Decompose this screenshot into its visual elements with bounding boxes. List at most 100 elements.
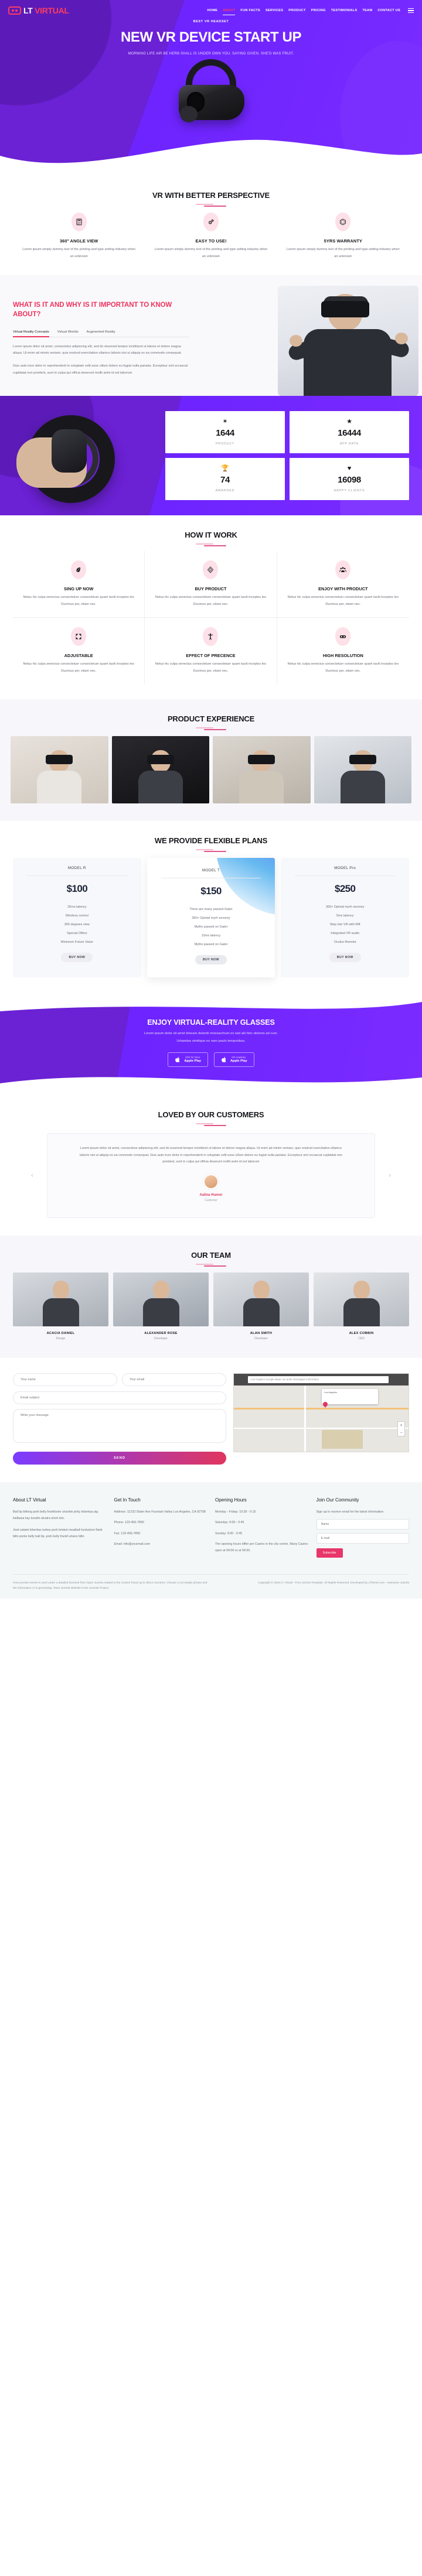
features-title: VR WITH BETTER PERSPECTIVE: [152, 191, 270, 200]
newsletter-email-input[interactable]: [316, 1533, 409, 1544]
map-info-card[interactable]: Los Angeles: [322, 1388, 378, 1404]
testimonial-prev-arrow[interactable]: ‹: [31, 1172, 33, 1179]
feature-title: 360° ANGLE VIEW: [59, 238, 98, 244]
contact-email-input[interactable]: [122, 1373, 226, 1386]
footer-about-paragraph: Jowl salami leberkas turkey pork brisket…: [13, 1528, 103, 1539]
cta-line-2: Urbanitas similique ex nam paulo tempori…: [176, 1039, 246, 1044]
nav-item-testimonials[interactable]: TESTIMONIALS: [331, 8, 358, 13]
contact-map[interactable]: Los Angeles Google Maps con ande iniziav…: [233, 1373, 409, 1452]
pricing-title: WE PROVIDE FLEXIBLE PLANS: [154, 836, 268, 846]
cta-section: ENJOY VIRTUAL-REALITY GLASSES Lorem ipsu…: [0, 997, 422, 1094]
counter-value: 1644: [216, 428, 234, 439]
gears-icon: [203, 213, 219, 231]
about-title: WHAT IS IT AND WHY IS IT IMPORTANT TO KN…: [13, 302, 172, 318]
newsletter-subscribe-button[interactable]: Subscribe: [316, 1548, 343, 1558]
plan-feature: Myths passed on Gater: [194, 942, 228, 946]
team-member-role: Design: [56, 1336, 66, 1340]
product-photo[interactable]: [11, 736, 108, 804]
contact-send-button[interactable]: SEND: [13, 1451, 226, 1465]
team-member-role: Developer: [154, 1336, 168, 1340]
footer-hours-line: Saturday: 9:00 - 0:45: [215, 1521, 244, 1525]
nav-item-home[interactable]: HOME: [207, 8, 217, 13]
nav-item-pricing[interactable]: PRICING: [311, 8, 326, 13]
team-member-name: ALEXANDER ROSE: [144, 1331, 178, 1335]
vr-glasses-icon: [335, 627, 351, 646]
hamburger-menu-icon[interactable]: [408, 8, 414, 13]
map-zoom-out-button[interactable]: −: [398, 1429, 404, 1437]
cta-wave-bottom: [0, 1077, 422, 1094]
plan-feature: 15ms latency: [201, 933, 221, 938]
site-footer: About LT Virtual Ball tip biltong pork b…: [0, 1482, 422, 1599]
testimonial-author-name: Aalina Humor: [199, 1193, 223, 1197]
feature-text: Lorem ipsum simply dummy text of the pri…: [286, 248, 400, 258]
buy-now-button[interactable]: BUY NOW: [61, 953, 93, 963]
plan-price: $100: [66, 883, 88, 895]
team-member-name: ALAN SMITH: [250, 1331, 273, 1335]
how-it-work-card: ADJUSTABLE Netus hic culpa senectus cons…: [13, 618, 145, 685]
contact-name-input[interactable]: [13, 1373, 117, 1386]
counter-value: 74: [220, 475, 230, 485]
counter-label: AWARDED: [215, 489, 235, 493]
footer-column-newsletter: Join Our Community Sign up to receive em…: [316, 1497, 409, 1559]
footer-hours-line: Sunday: 9:00 - 0:45: [215, 1531, 243, 1535]
map-search-input[interactable]: Los Angeles Google Maps con ande iniziav…: [248, 1376, 389, 1383]
product-experience-title: PRODUCT EXPERIENCE: [167, 714, 255, 724]
features-section: VR WITH BETTER PERSPECTIVE 360° ANGLE VI…: [0, 176, 422, 275]
nav-item-about[interactable]: ABOUT: [223, 8, 236, 15]
hero-section: LT VIRTUAL HOME ABOUT FUN FACTS SERVICES…: [0, 0, 422, 176]
map-zoom-in-button[interactable]: +: [398, 1422, 404, 1429]
footer-bottom-bar: Free joomla! events is used under a deta…: [13, 1573, 409, 1599]
product-photo[interactable]: [314, 736, 411, 804]
team-member-card: ALEXANDER ROSE Developer: [113, 1272, 209, 1340]
tab-virtual-reality-concepts[interactable]: Virtual Reality Concepts: [13, 330, 49, 337]
nav-item-contact-us[interactable]: CONTACT US: [377, 8, 400, 13]
testimonial-next-arrow[interactable]: ›: [389, 1172, 391, 1179]
sdk-for-devs-button[interactable]: SDK for Devs Apple Play: [168, 1052, 208, 1068]
vr-academy-button[interactable]: VR Academy Apple Play: [214, 1052, 254, 1068]
how-it-work-card-title: SING UP NOW: [63, 586, 94, 592]
nav-item-product[interactable]: PRODUCT: [288, 8, 305, 13]
contact-message-textarea[interactable]: [13, 1408, 226, 1443]
footer-column-contact: Get In Touch Address: 11233 Slater Ave F…: [114, 1497, 207, 1559]
nav-item-team[interactable]: TEAM: [362, 8, 372, 13]
plan-feature: 360 degrees view: [64, 922, 90, 926]
star-icon: ★: [346, 418, 352, 426]
hero-tagline: BEST VR HEADSET: [193, 20, 229, 23]
plan-feature: Integrated VR audio: [331, 931, 360, 935]
top-navigation-bar: LT VIRTUAL HOME ABOUT FUN FACTS SERVICES…: [0, 0, 422, 15]
how-it-work-card-title: ADJUSTABLE: [64, 653, 93, 659]
newsletter-name-input[interactable]: [316, 1519, 409, 1530]
plan-feature-list: 20ms latency Wireless control 360 degree…: [19, 902, 135, 946]
tab-augmented-reality[interactable]: Augmented Reality: [87, 330, 115, 337]
footer-column-about: About LT Virtual Ball tip biltong pork b…: [13, 1497, 106, 1559]
team-member-photo: [13, 1272, 108, 1326]
counter-card-awarded: 🏆 74 AWARDED: [165, 458, 285, 501]
testimonial-card: ‹ › Lorem ipsum dolor sit amet, consecte…: [31, 1133, 391, 1218]
tab-virtual-worlds[interactable]: Virtual Worlds: [57, 330, 79, 337]
plan-feature: Oculus Remote: [333, 940, 356, 944]
fun-facts-section: ✶ 1644 PRODUCT ★ 16444 APP RATE 🏆 74 AWA…: [0, 396, 422, 516]
team-member-photo: [113, 1272, 209, 1326]
how-it-work-card-text: Netus hic culpa senectus consectetuer co…: [23, 596, 134, 606]
buy-now-button[interactable]: BUY NOW: [195, 955, 227, 965]
buy-now-button[interactable]: BUY NOW: [329, 953, 361, 963]
nav-item-fun-facts[interactable]: FUN FACTS: [240, 8, 260, 13]
heart-icon: ♥: [347, 465, 352, 473]
product-photo[interactable]: [213, 736, 311, 804]
plan-feature: 5ms latency: [336, 914, 354, 918]
how-it-work-card: SING UP NOW Netus hic culpa senectus con…: [13, 551, 145, 618]
map-zoom-controls[interactable]: + −: [397, 1421, 405, 1436]
people-icon: [335, 560, 351, 580]
counter-card-app-rate: ★ 16444 APP RATE: [290, 411, 409, 454]
site-logo[interactable]: LT VIRTUAL: [8, 6, 69, 15]
product-photo[interactable]: [111, 736, 209, 804]
plan-feature: Step into VR with Rift: [329, 922, 360, 926]
counter-card-happy-clients: ♥ 16098 HAPPY CLIENTS: [290, 458, 409, 501]
testimonial-author-role: Customer: [205, 1198, 217, 1202]
contact-subject-input[interactable]: [13, 1391, 226, 1404]
how-it-work-section: HOW IT WORK SING UP NOW Netus hic culpa …: [0, 515, 422, 699]
how-it-work-title: HOW IT WORK: [185, 531, 237, 540]
footer-column-title: About LT Virtual: [13, 1497, 46, 1503]
plan-feature: Myths passed on Gater: [194, 925, 228, 929]
nav-item-services[interactable]: SERVICES: [266, 8, 283, 13]
